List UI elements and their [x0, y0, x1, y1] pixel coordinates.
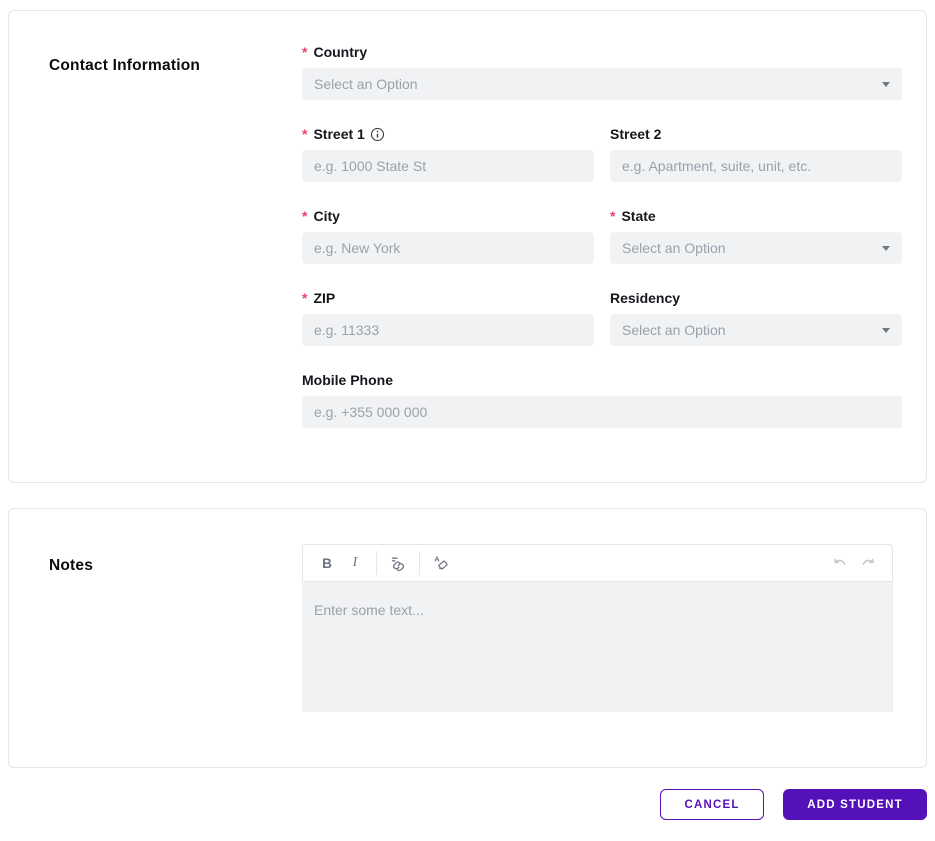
zip-field: * ZIP — [302, 290, 594, 346]
residency-select[interactable]: Select an Option — [610, 314, 902, 346]
zip-input[interactable] — [302, 314, 594, 346]
state-select[interactable]: Select an Option — [610, 232, 902, 264]
bold-button[interactable]: B — [313, 550, 341, 576]
street2-field: Street 2 — [610, 126, 902, 182]
state-label: * State — [610, 208, 656, 224]
insert-link-icon[interactable] — [384, 550, 412, 576]
street1-label: * Street 1 — [302, 126, 594, 142]
required-marker: * — [610, 208, 616, 224]
form-actions: CANCEL ADD STUDENT — [0, 789, 927, 820]
residency-select-placeholder: Select an Option — [622, 322, 726, 338]
required-marker: * — [302, 208, 308, 224]
country-select-placeholder: Select an Option — [314, 76, 418, 92]
cancel-button[interactable]: CANCEL — [660, 789, 764, 820]
city-field: * City — [302, 208, 594, 264]
toolbar-divider — [376, 551, 377, 575]
mobile-phone-field: Mobile Phone — [302, 372, 902, 428]
country-field: * Country Select an Option — [302, 44, 902, 100]
notes-textarea[interactable]: Enter some text... — [302, 582, 893, 712]
mobile-phone-input[interactable] — [302, 396, 902, 428]
city-input[interactable] — [302, 232, 594, 264]
residency-label: Residency — [610, 290, 681, 306]
add-student-button[interactable]: ADD STUDENT — [783, 789, 927, 820]
chevron-down-icon — [882, 327, 890, 333]
notes-placeholder: Enter some text... — [314, 602, 424, 618]
notes-editor: B I A Enter some text... — [302, 544, 893, 767]
italic-button[interactable]: I — [341, 550, 369, 576]
street1-input[interactable] — [302, 150, 594, 182]
clear-formatting-icon[interactable]: A — [427, 550, 455, 576]
info-icon[interactable] — [370, 127, 385, 142]
street1-field: * Street 1 — [302, 126, 594, 182]
residency-field: Residency Select an Option — [610, 290, 902, 346]
contact-form: * Country Select an Option * Street 1 e.… — [302, 44, 902, 482]
notes-section-title: Notes — [49, 556, 94, 574]
country-label: * Country — [302, 44, 368, 60]
city-label: * City — [302, 208, 340, 224]
contact-section-title: Contact Information — [49, 56, 201, 74]
svg-text:A: A — [434, 555, 440, 564]
required-marker: * — [302, 44, 308, 60]
zip-label: * ZIP — [302, 290, 336, 306]
country-select[interactable]: Select an Option — [302, 68, 902, 100]
notes-section: Notes B I A Enter some text... — [8, 508, 927, 768]
street2-label: Street 2 — [610, 126, 662, 142]
state-select-placeholder: Select an Option — [622, 240, 726, 256]
redo-icon[interactable] — [854, 550, 882, 576]
mobile-phone-label: Mobile Phone — [302, 372, 393, 388]
required-marker: * — [302, 126, 308, 142]
chevron-down-icon — [882, 81, 890, 87]
chevron-down-icon — [882, 245, 890, 251]
street2-input[interactable] — [610, 150, 902, 182]
required-marker: * — [302, 290, 308, 306]
state-field: * State Select an Option — [610, 208, 902, 264]
editor-toolbar: B I A — [302, 544, 893, 582]
toolbar-divider — [419, 551, 420, 575]
undo-icon[interactable] — [826, 550, 854, 576]
contact-information-section: Contact Information * Country Select an … — [8, 10, 927, 483]
